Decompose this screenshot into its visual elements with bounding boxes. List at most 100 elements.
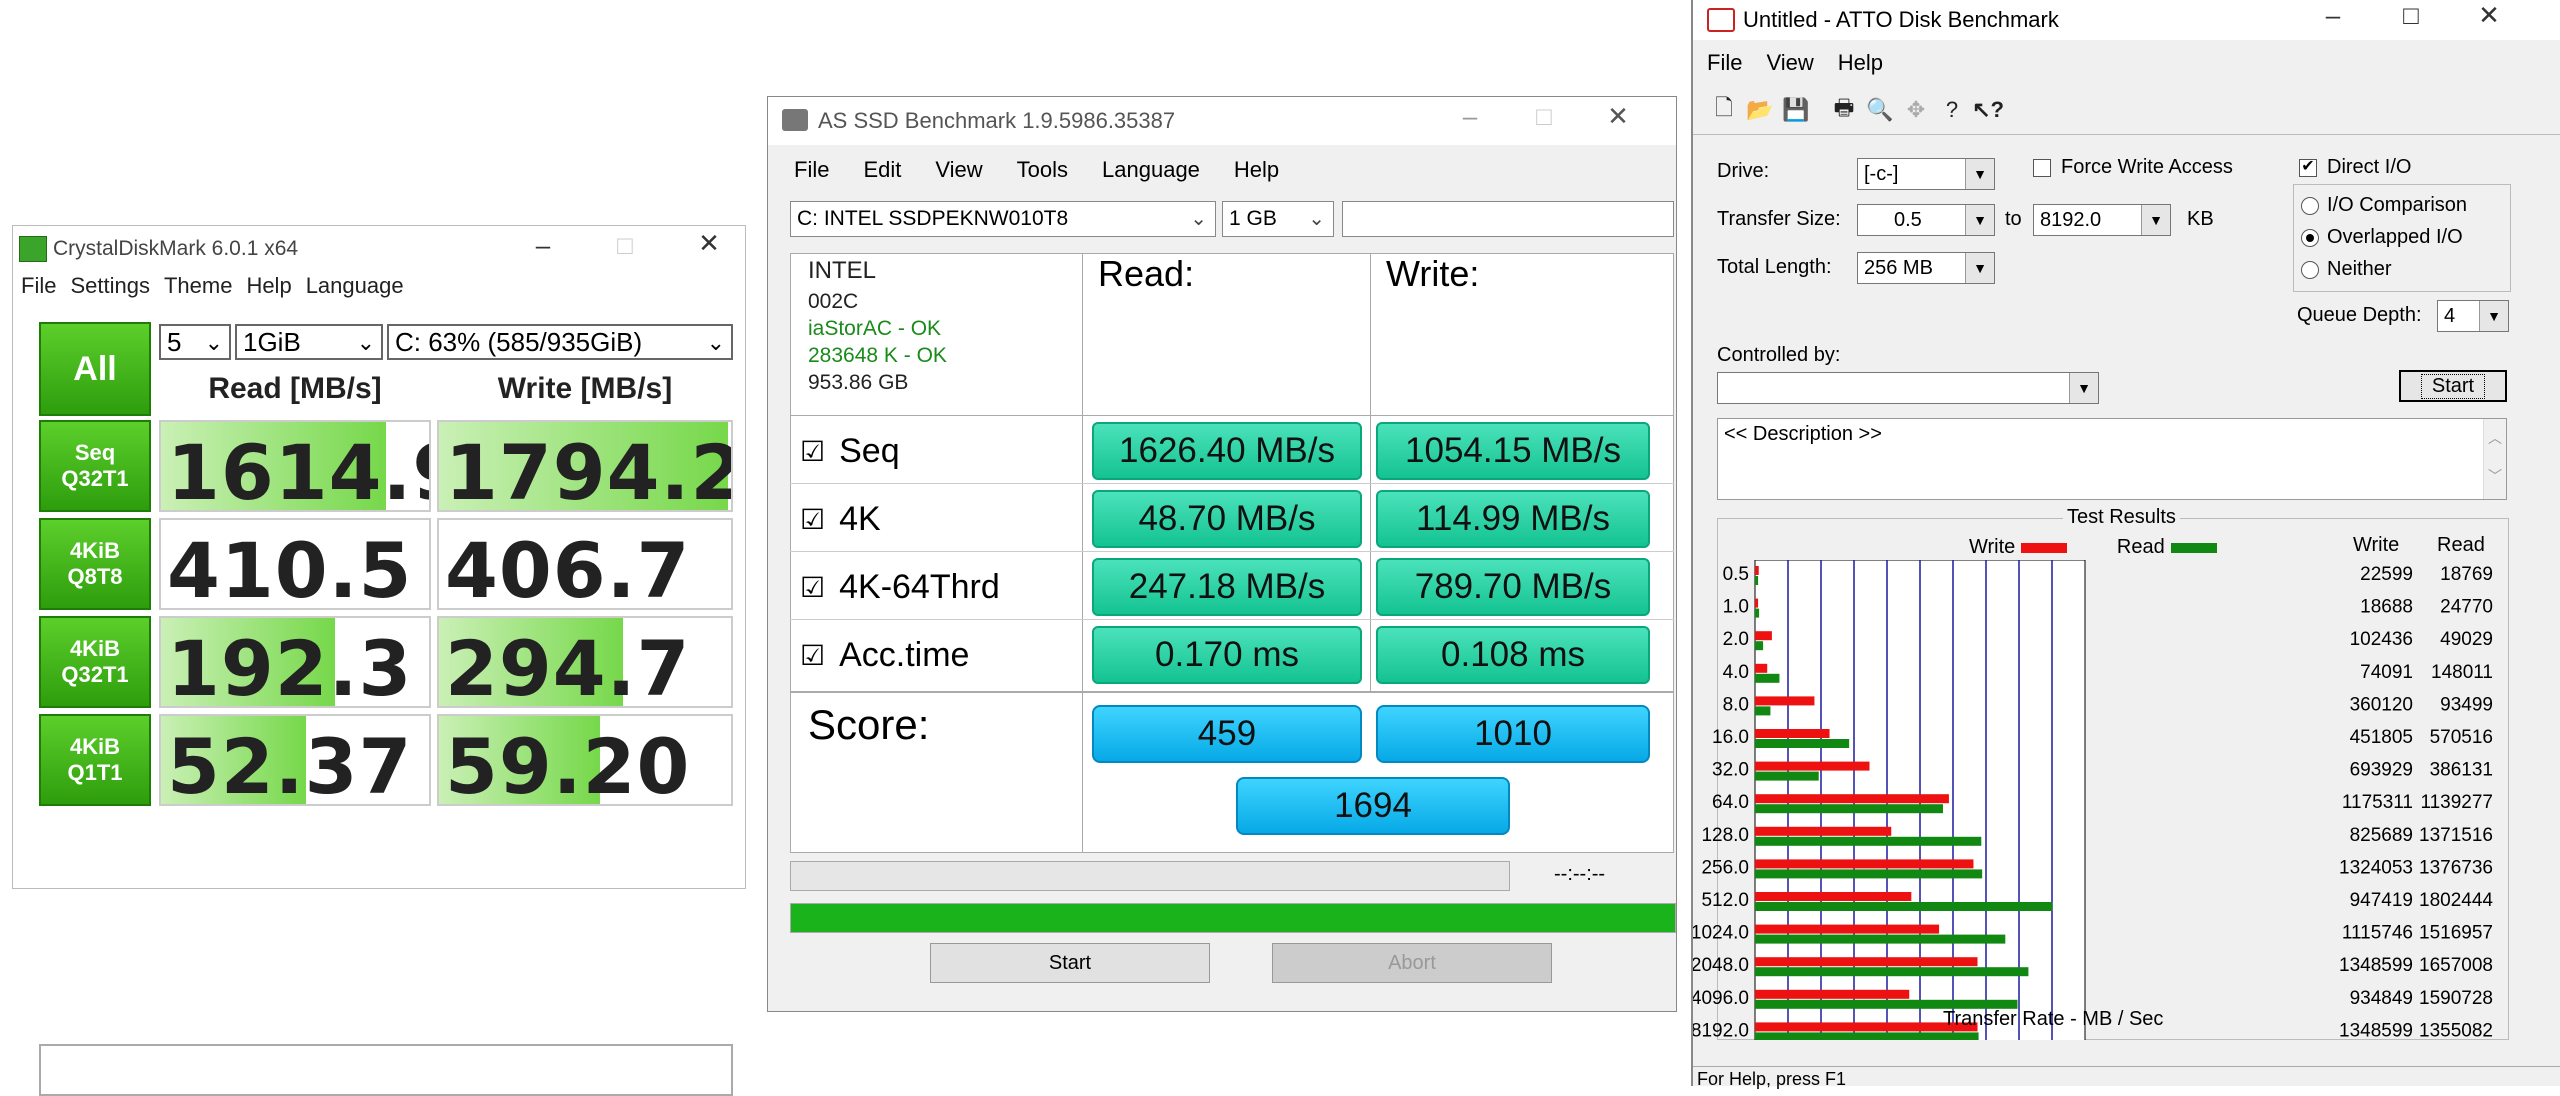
axis-label: Transfer Rate - MB / Sec xyxy=(1943,1008,2164,1030)
transfer-from-select[interactable]: 0.5 ▼ xyxy=(1857,204,1995,236)
drive-value: C: INTEL SSDPEKNW010T8 xyxy=(797,207,1069,230)
result-value: 1794.2 xyxy=(445,428,733,512)
io-comparison-radio[interactable]: I/O Comparison xyxy=(2301,194,2467,217)
abort-button[interactable]: Abort xyxy=(1272,943,1552,983)
print-preview-icon[interactable]: 🔍 xyxy=(1863,92,1897,128)
test-4k-q32t1-button[interactable]: 4KiB Q32T1 xyxy=(39,616,151,708)
menu-file[interactable]: File xyxy=(21,273,56,299)
transfer-to-select[interactable]: 8192.0 ▼ xyxy=(2033,204,2171,236)
read-value-label: 1139277 xyxy=(2420,792,2493,813)
maximize-button[interactable]: □ xyxy=(2391,0,2431,31)
save-icon[interactable]: 💾 xyxy=(1779,92,1813,128)
help-icon[interactable]: ? xyxy=(1935,92,1969,128)
minimize-button[interactable]: – xyxy=(2313,0,2353,31)
force-write-label: Force Write Access xyxy=(2061,156,2233,178)
legend-write-swatch xyxy=(2021,542,2068,553)
neither-radio[interactable]: Neither xyxy=(2301,258,2391,281)
total-length-label: Total Length: xyxy=(1717,256,1832,278)
menu-view[interactable]: View xyxy=(935,157,982,183)
legend-read-label: Read xyxy=(2116,536,2165,558)
write-value-label: 1348599 xyxy=(2339,955,2413,976)
read-value-label: 24770 xyxy=(2440,597,2493,618)
context-help-icon[interactable]: ↖? xyxy=(1971,92,2005,128)
transfer-to-value: 8192.0 xyxy=(2040,208,2102,231)
menu-help[interactable]: Help xyxy=(1234,157,1279,183)
print-icon[interactable]: 🖶 xyxy=(1827,92,1861,128)
size-select[interactable]: 1 GB ⌄ xyxy=(1222,201,1334,237)
write-bar xyxy=(1755,859,1974,869)
count-select[interactable]: 5 ⌄ xyxy=(159,324,231,360)
direct-io-label: Direct I/O xyxy=(2327,156,2412,178)
start-button[interactable]: Start xyxy=(2399,370,2507,402)
info-field[interactable] xyxy=(1342,201,1674,237)
description-scrollbar[interactable]: ︿ ﹀ xyxy=(2483,419,2506,499)
read-bar xyxy=(1755,934,2006,944)
menu-file[interactable]: File xyxy=(1707,50,1742,76)
total-length-select[interactable]: 256 MB ▼ xyxy=(1857,252,1995,284)
menu-theme[interactable]: Theme xyxy=(164,273,232,299)
comment-field[interactable] xyxy=(39,1044,733,1096)
new-file-icon[interactable]: 🗋 xyxy=(1707,92,1741,128)
description-field[interactable]: << Description >> ︿ ﹀ xyxy=(1717,418,2507,500)
test-row-checkbox[interactable]: ☑ 4K xyxy=(800,493,881,545)
menu-tools[interactable]: Tools xyxy=(1017,157,1068,183)
read-header: Read: xyxy=(1098,253,1195,294)
open-folder-icon[interactable]: 📂 xyxy=(1743,92,1777,128)
drive-vendor: INTEL xyxy=(808,257,877,284)
drive-select[interactable]: C: INTEL SSDPEKNW010T8 ⌄ xyxy=(790,201,1216,237)
menu-help[interactable]: Help xyxy=(246,273,291,299)
read-value-label: 570516 xyxy=(2430,727,2493,748)
result-value: 410.5 xyxy=(167,526,413,610)
start-button[interactable]: Start xyxy=(930,943,1210,983)
y-tick-label: 512.0 xyxy=(1701,890,1749,911)
result-value: 192.3 xyxy=(167,624,413,708)
close-button[interactable]: ✕ xyxy=(2469,0,2509,31)
result-value: 59.20 xyxy=(445,722,691,806)
test-4k-q8t8-button[interactable]: 4KiB Q8T8 xyxy=(39,518,151,610)
write-bar xyxy=(1755,957,1978,967)
menu-help[interactable]: Help xyxy=(1838,50,1883,76)
direct-io-checkbox[interactable]: ✔ Direct I/O xyxy=(2299,156,2411,179)
count-value: 5 xyxy=(167,326,182,357)
maximize-button[interactable]: □ xyxy=(1524,101,1564,132)
close-button[interactable]: ✕ xyxy=(689,228,729,259)
controlled-by-select[interactable]: ▼ xyxy=(1717,372,2099,404)
results-title: Test Results xyxy=(2063,506,2180,529)
force-write-checkbox[interactable]: Force Write Access xyxy=(2033,156,2233,179)
toolbar xyxy=(1693,88,2560,135)
queue-depth-select[interactable]: 4 ▼ xyxy=(2437,300,2509,332)
test-row-label: Seq xyxy=(839,431,900,470)
drive-select[interactable]: [-c-] ▼ xyxy=(1857,158,1995,190)
row-label-1: 4KiB xyxy=(69,734,121,759)
col-divider-2 xyxy=(1370,253,1371,691)
menu-view[interactable]: View xyxy=(1766,50,1813,76)
all-button[interactable]: All xyxy=(39,322,151,416)
move-icon[interactable]: ✥ xyxy=(1899,92,1933,128)
menu-language[interactable]: Language xyxy=(306,273,404,299)
drive-select[interactable]: C: 63% (585/935GiB) ⌄ xyxy=(387,324,733,360)
test-seq-q32t1-button[interactable]: Seq Q32T1 xyxy=(39,420,151,512)
minimize-button[interactable]: – xyxy=(523,230,563,261)
drive-alignment: 283648 K - OK xyxy=(808,344,947,367)
result-read: 1614.9 xyxy=(159,420,431,512)
menu-edit[interactable]: Edit xyxy=(863,157,901,183)
menu-settings[interactable]: Settings xyxy=(70,273,150,299)
y-tick-label: 8192.0 xyxy=(1693,1020,1749,1040)
col-divider-1 xyxy=(1082,253,1083,853)
test-row-checkbox[interactable]: ☑ Acc.time xyxy=(800,629,969,681)
drive-info: INTEL 002C iaStorAC - OK 283648 K - OK 9… xyxy=(808,257,947,396)
test-4k-q1t1-button[interactable]: 4KiB Q1T1 xyxy=(39,714,151,806)
maximize-button[interactable]: □ xyxy=(605,230,645,261)
write-bar xyxy=(1755,924,1940,934)
test-row-checkbox[interactable]: ☑ 4K-64Thrd xyxy=(800,561,1000,613)
read-value-label: 93499 xyxy=(2440,694,2493,715)
close-button[interactable]: ✕ xyxy=(1598,101,1638,132)
minimize-button[interactable]: – xyxy=(1450,101,1490,132)
menu-language[interactable]: Language xyxy=(1102,157,1200,183)
chevron-down-icon: ▼ xyxy=(2141,205,2170,235)
menu-file[interactable]: File xyxy=(794,157,829,183)
test-row-checkbox[interactable]: ☑ Seq xyxy=(800,425,900,477)
size-select[interactable]: 1GiB ⌄ xyxy=(235,324,383,360)
row-label-1: Seq xyxy=(74,440,116,465)
overlapped-io-radio[interactable]: Overlapped I/O xyxy=(2301,226,2463,249)
